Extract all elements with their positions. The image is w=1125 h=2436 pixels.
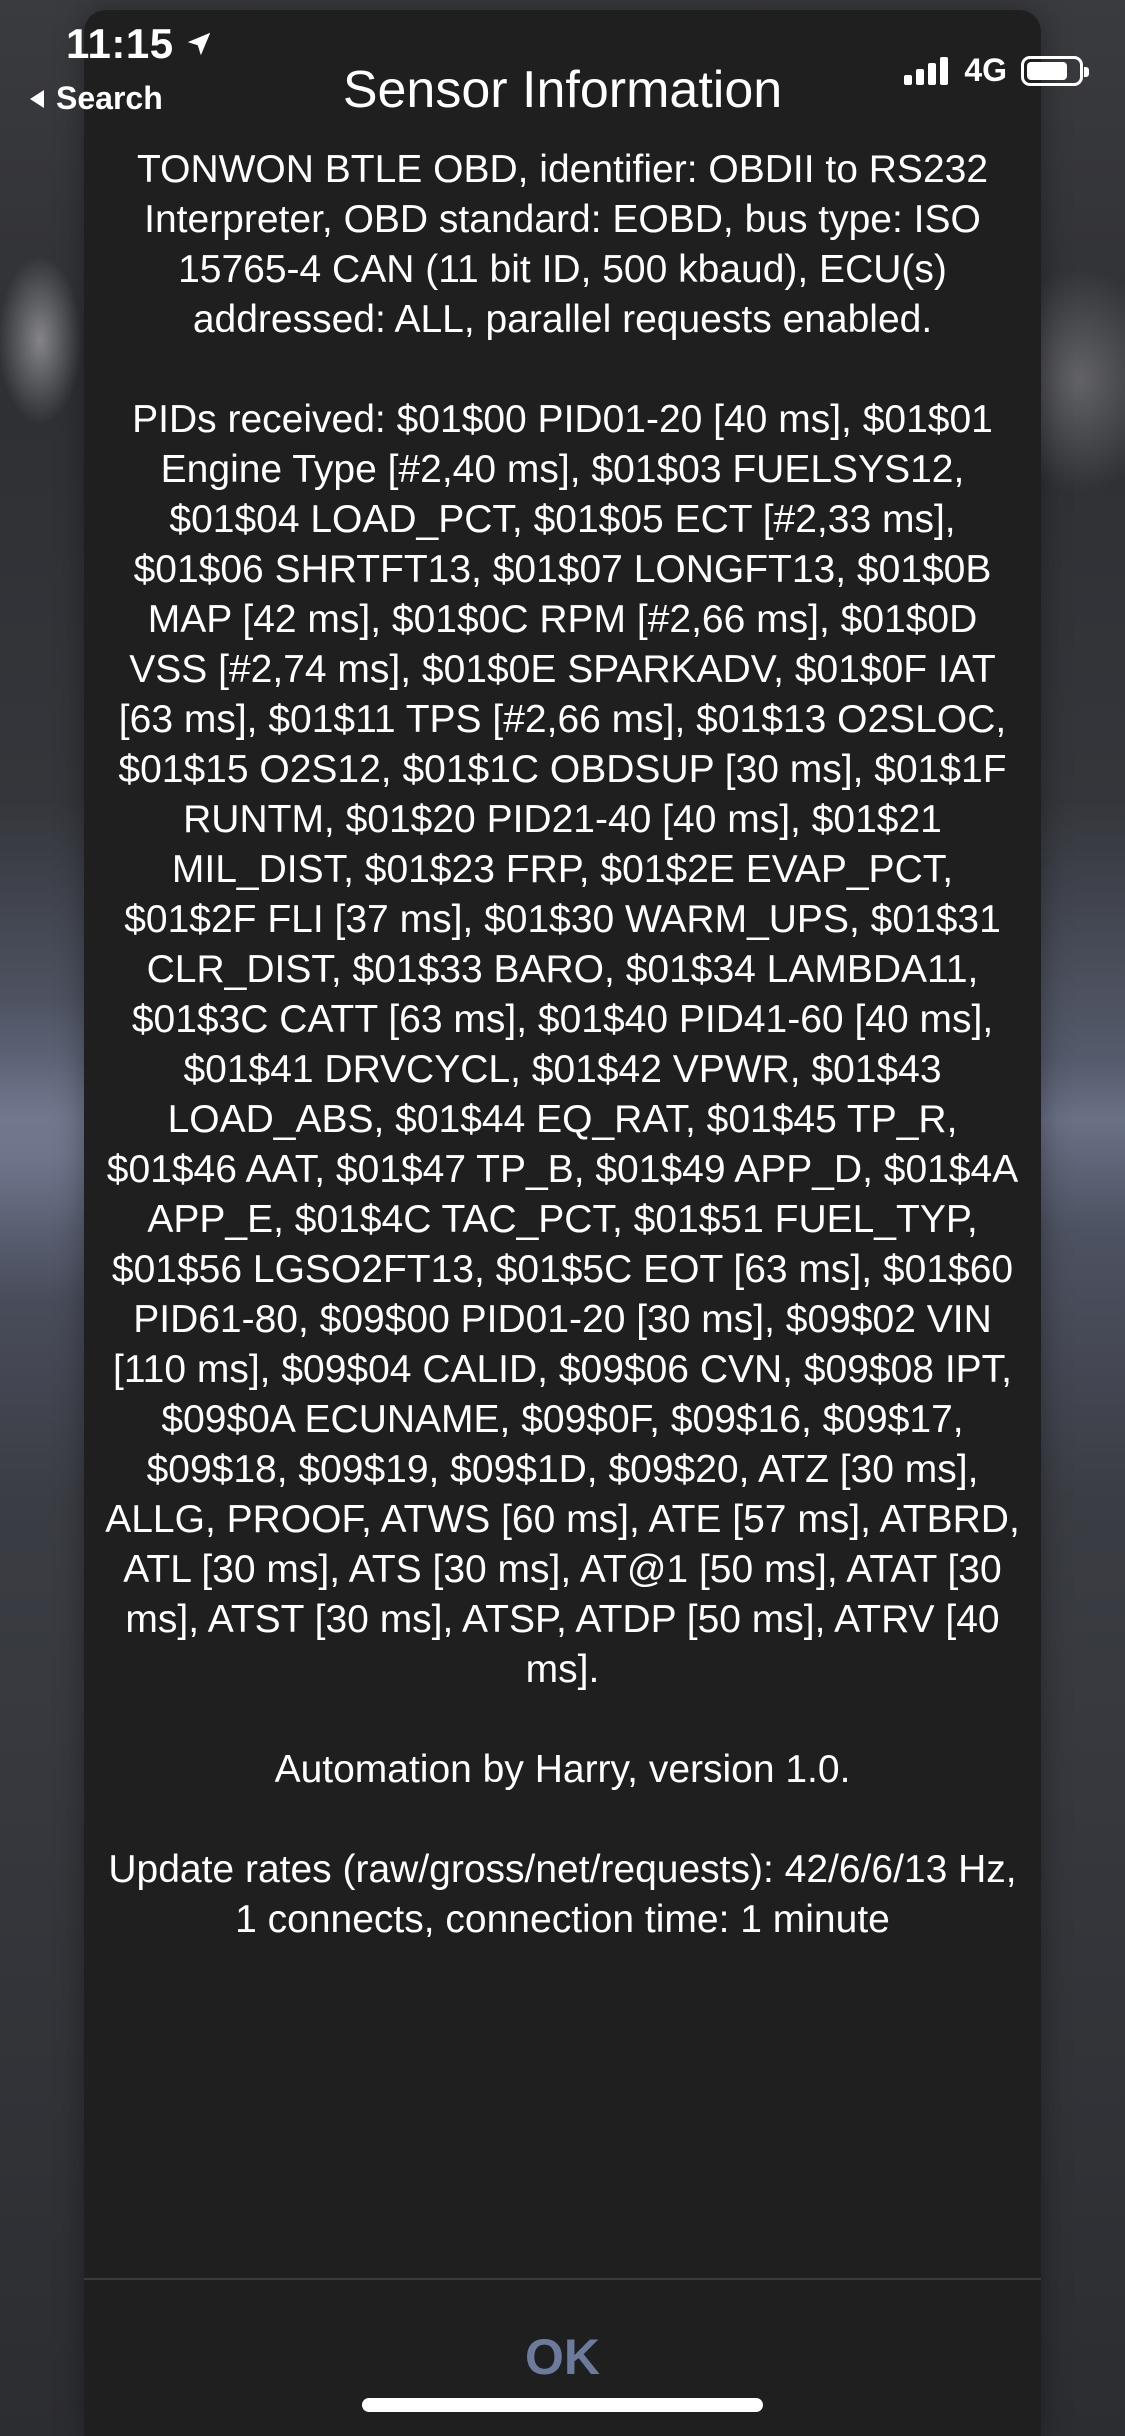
location-arrow-icon (187, 32, 210, 56)
update-rates-paragraph: Update rates (raw/gross/net/requests): 4… (108, 1848, 1017, 1941)
button-divider (84, 2278, 1041, 2280)
automation-paragraph: Automation by Harry, version 1.0. (274, 1748, 851, 1791)
background-glow (0, 1000, 90, 1300)
device-info-paragraph: TONWON BTLE OBD, identifier: OBDII to RS… (136, 148, 989, 341)
dialog-message: TONWON BTLE OBD, identifier: OBDII to RS… (104, 145, 1021, 1945)
home-indicator[interactable] (362, 2398, 763, 2412)
dialog-title: Sensor Information (342, 61, 783, 119)
back-triangle-icon (30, 89, 44, 108)
pids-paragraph: PIDs received: $01$00 PID01-20 [40 ms], … (105, 398, 1020, 1691)
